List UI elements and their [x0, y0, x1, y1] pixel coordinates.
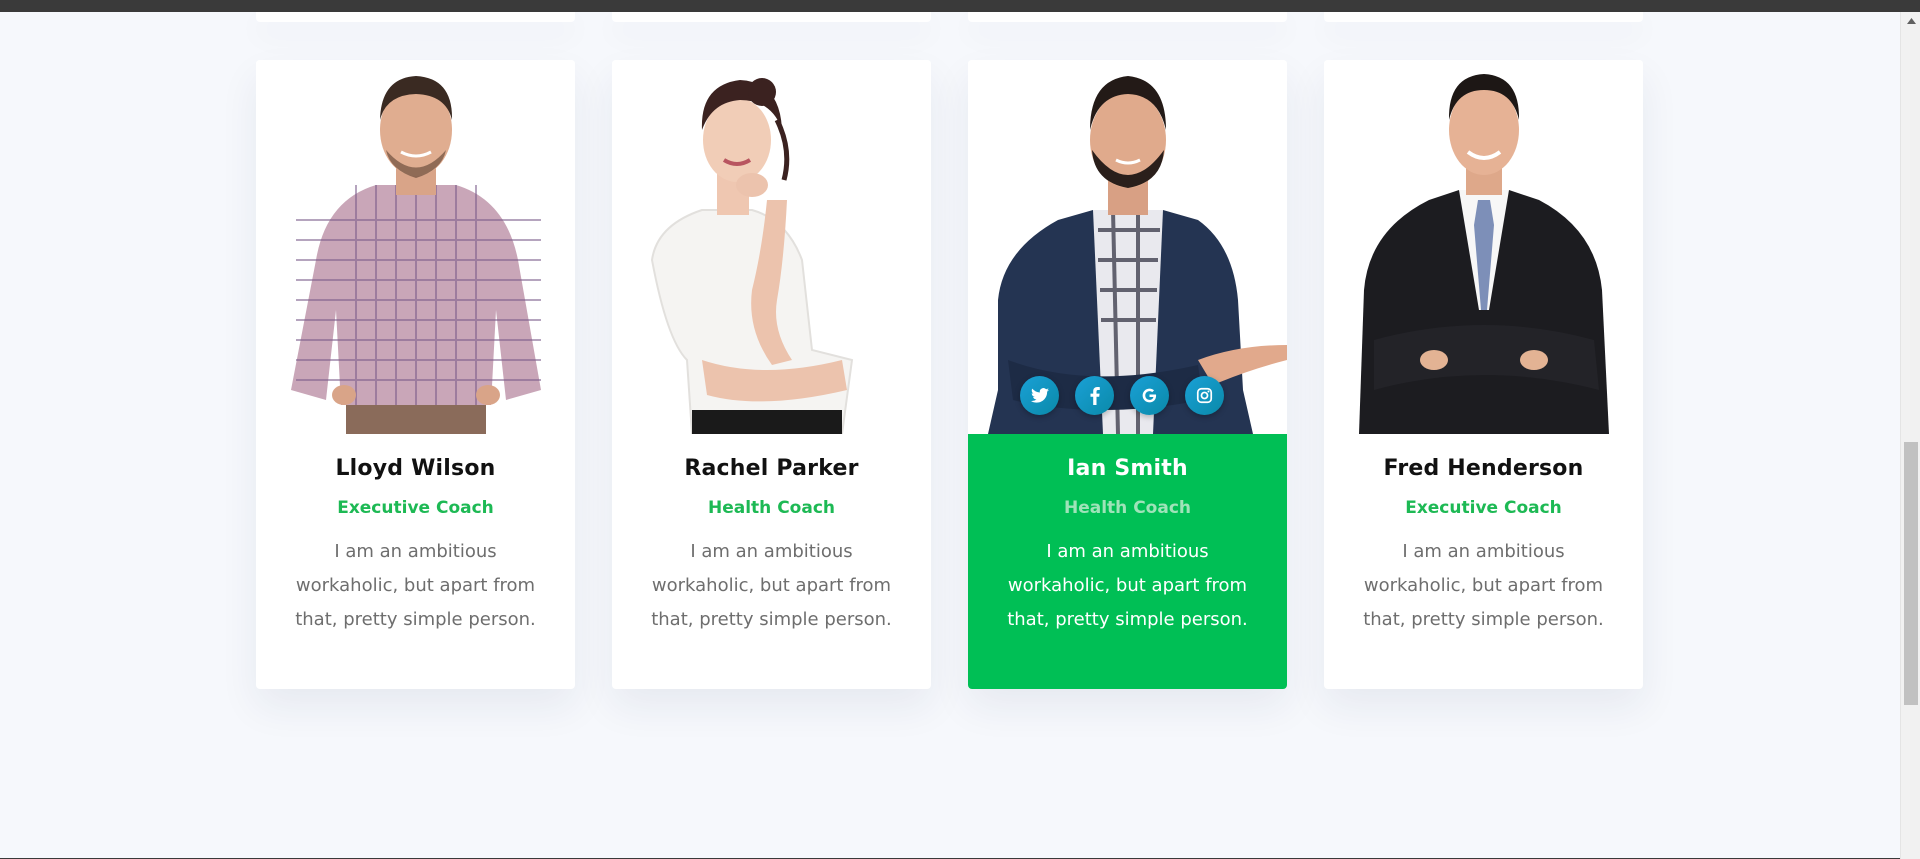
facebook-icon[interactable] — [1075, 376, 1114, 415]
team-member-role: Executive Coach — [337, 498, 494, 518]
team-member-card[interactable]: Rachel Parker Health Coach I am an ambit… — [612, 60, 931, 689]
team-member-name: Rachel Parker — [684, 456, 859, 481]
team-member-role: Executive Coach — [1405, 498, 1562, 518]
instagram-icon[interactable] — [1185, 376, 1224, 415]
team-member-bio: I am an ambitious workaholic, but apart … — [651, 541, 892, 630]
google-icon[interactable] — [1130, 376, 1169, 415]
team-member-name: Lloyd Wilson — [335, 456, 496, 481]
twitter-icon[interactable] — [1020, 376, 1059, 415]
team-member-info: Rachel Parker Health Coach I am an ambit… — [612, 434, 931, 689]
team-member-bio: I am an ambitious workaholic, but apart … — [1007, 541, 1248, 630]
team-member-photo — [256, 60, 575, 434]
previous-row-card[interactable] — [968, 12, 1287, 22]
vertical-scrollbar[interactable] — [1900, 12, 1920, 859]
team-member-card-active[interactable]: Ian Smith Health Coach I am an ambitious… — [968, 60, 1287, 689]
browser-top-bar — [0, 0, 1920, 12]
team-member-bio: I am an ambitious workaholic, but apart … — [1363, 541, 1604, 630]
team-member-info: Ian Smith Health Coach I am an ambitious… — [968, 434, 1287, 689]
team-member-info: Lloyd Wilson Executive Coach I am an amb… — [256, 434, 575, 689]
team-member-role: Health Coach — [1063, 498, 1191, 518]
team-member-name: Ian Smith — [1067, 456, 1188, 481]
team-member-bio: I am an ambitious workaholic, but apart … — [295, 541, 536, 630]
team-member-card[interactable]: Fred Henderson Executive Coach I am an a… — [1324, 60, 1643, 689]
team-member-card[interactable]: Lloyd Wilson Executive Coach I am an amb… — [256, 60, 575, 689]
team-member-info: Fred Henderson Executive Coach I am an a… — [1324, 434, 1643, 689]
team-member-photo — [968, 60, 1287, 434]
previous-row-card[interactable] — [612, 12, 931, 22]
team-member-name: Fred Henderson — [1383, 456, 1584, 481]
team-member-role: Health Coach — [707, 498, 835, 518]
team-member-photo — [612, 60, 931, 434]
team-member-photo — [1324, 60, 1643, 434]
social-links — [1020, 376, 1224, 415]
scroll-up-arrow-icon[interactable] — [1901, 12, 1920, 29]
scrollbar-thumb[interactable] — [1904, 442, 1918, 705]
team-section: Lloyd Wilson Executive Coach I am an amb… — [0, 12, 1900, 859]
previous-row-card[interactable] — [256, 12, 575, 22]
previous-row-card[interactable] — [1324, 12, 1643, 22]
